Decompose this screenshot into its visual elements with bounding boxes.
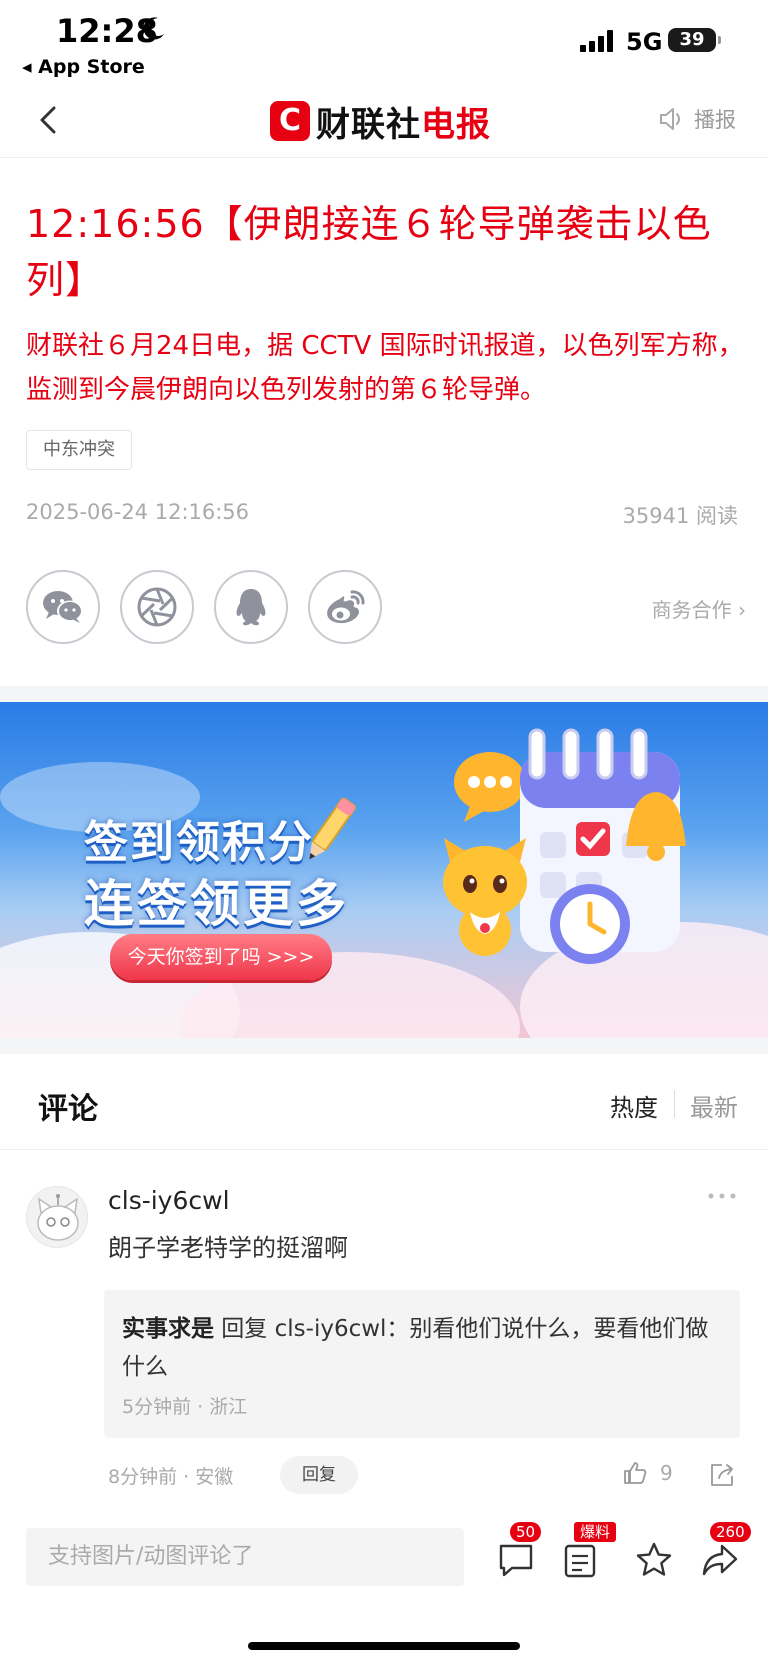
share-arrow-icon[interactable] bbox=[700, 1540, 740, 1580]
brand-logo-mark: C bbox=[270, 101, 310, 141]
comment-icon[interactable] bbox=[496, 1540, 536, 1580]
comments-header: 评论 热度 最新 bbox=[0, 1054, 768, 1150]
reply-username[interactable]: 实事求是 bbox=[122, 1316, 214, 1342]
banner-title-line2: 连签领更多 bbox=[84, 875, 349, 933]
banner-title-line1: 签到领积分 bbox=[84, 817, 314, 868]
qq-icon bbox=[236, 589, 266, 626]
signal-icon bbox=[580, 30, 613, 52]
reply-button[interactable]: 回复 bbox=[280, 1456, 358, 1494]
reply-content: 实事求是 回复 cls-iy6cwl：别看他们说什么，要看他们做什么 bbox=[122, 1310, 722, 1386]
cat-mascot-illustration bbox=[443, 838, 527, 956]
share-weibo-button[interactable] bbox=[308, 570, 382, 644]
weibo-icon bbox=[327, 590, 365, 624]
status-bar: 12:28 ◂ App Store 5G 39 bbox=[0, 0, 768, 80]
comment-count-badge: 50 bbox=[510, 1522, 542, 1542]
comments-title: 评论 bbox=[38, 1092, 98, 1127]
comment-text: 朗子学老特学的挺溜啊 bbox=[108, 1234, 348, 1262]
network-type: 5G bbox=[626, 28, 663, 56]
brand-logo: C 财联社电报 bbox=[270, 96, 491, 146]
broadcast-label: 播报 bbox=[694, 108, 736, 132]
section-divider bbox=[0, 686, 768, 702]
share-count-badge: 260 bbox=[710, 1522, 751, 1542]
topic-tag[interactable]: 中东冲突 bbox=[26, 430, 132, 470]
share-row: 商务合作 › bbox=[26, 570, 746, 644]
sort-hot-tab[interactable]: 热度 bbox=[610, 1088, 658, 1123]
cat-avatar-icon bbox=[37, 1194, 79, 1241]
share-qq-button[interactable] bbox=[214, 570, 288, 644]
article-headline: 12:16:56【伊朗接连６轮导弹袭击以色列】 bbox=[26, 202, 712, 302]
home-indicator bbox=[248, 1642, 520, 1650]
speaker-icon bbox=[660, 108, 680, 130]
read-count: 35941 阅读 bbox=[622, 504, 738, 528]
bottom-bar: 支持图片/动图评论了 50 爆料 260 bbox=[0, 1508, 768, 1662]
brand-telegraph: 电报 bbox=[421, 104, 491, 145]
share-moments-button[interactable] bbox=[120, 570, 194, 644]
battery-indicator: 39 bbox=[668, 28, 721, 52]
checkin-button[interactable]: 今天你签到了吗 >>> bbox=[110, 934, 332, 980]
back-to-app-store[interactable]: ◂ App Store bbox=[22, 56, 145, 78]
like-button[interactable]: 9 bbox=[622, 1460, 673, 1486]
more-options-icon[interactable] bbox=[706, 1186, 738, 1206]
share-comment-icon[interactable] bbox=[708, 1462, 736, 1488]
comment-username[interactable]: cls-iy6cwl bbox=[108, 1186, 230, 1215]
share-wechat-button[interactable] bbox=[26, 570, 100, 644]
reply-box[interactable]: 实事求是 回复 cls-iy6cwl：别看他们说什么，要看他们做什么 5分钟前 … bbox=[104, 1290, 740, 1438]
like-count: 9 bbox=[660, 1461, 673, 1485]
reply-meta: 5分钟前 · 浙江 bbox=[122, 1396, 248, 1418]
thumbs-up-icon bbox=[624, 1462, 647, 1484]
comment-meta: 8分钟前 · 安徽 bbox=[108, 1466, 234, 1488]
comment-input[interactable]: 支持图片/动图评论了 bbox=[26, 1528, 464, 1586]
checkin-banner[interactable]: 签到领积分 连签领更多 今天你签到了吗 >>> bbox=[0, 702, 768, 1038]
report-badge: 爆料 bbox=[574, 1522, 617, 1542]
brand-logo-text: 财联社电报 bbox=[316, 97, 491, 146]
broadcast-button[interactable]: 播报 bbox=[658, 104, 736, 134]
avatar[interactable] bbox=[26, 1186, 88, 1248]
nav-bar: C 财联社电报 播报 bbox=[0, 84, 768, 158]
business-cooperation-link[interactable]: 商务合作 › bbox=[652, 594, 746, 623]
favorite-star-icon[interactable] bbox=[634, 1540, 674, 1580]
moments-icon bbox=[137, 587, 177, 627]
sort-divider bbox=[674, 1090, 675, 1118]
back-arrow-icon[interactable] bbox=[30, 98, 70, 142]
sort-newest-tab[interactable]: 最新 bbox=[690, 1088, 738, 1123]
report-icon[interactable] bbox=[560, 1540, 600, 1580]
pencil-icon bbox=[309, 797, 356, 860]
wechat-icon bbox=[43, 591, 83, 623]
section-divider bbox=[0, 1038, 768, 1054]
moon-icon bbox=[143, 17, 164, 40]
article-summary: 财联社６月24日电，据 CCTV 国际时讯报道，以色列军方称，监测到今晨伊朗向以… bbox=[26, 331, 744, 405]
brand-name: 财联社 bbox=[316, 104, 421, 145]
publish-date: 2025-06-24 12:16:56 bbox=[26, 500, 250, 524]
